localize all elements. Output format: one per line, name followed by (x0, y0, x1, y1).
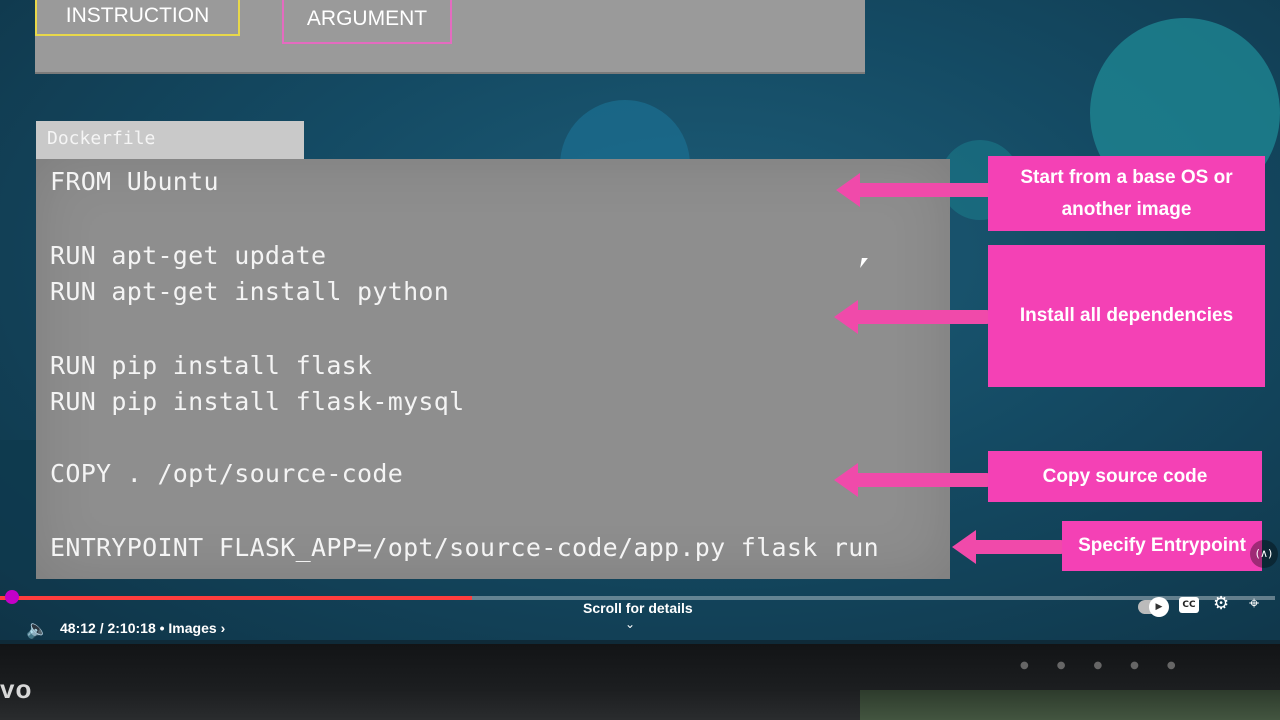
volume-icon[interactable]: 🔈 (26, 620, 48, 640)
gear-icon[interactable]: ⚙ (1213, 594, 1229, 614)
monitor-stand (860, 690, 1280, 720)
code-line: RUN pip install flask (50, 351, 373, 380)
play-icon: ▶ (1149, 597, 1169, 617)
code-line: ENTRYPOINT FLASK_APP=/opt/source-code/ap… (50, 533, 879, 562)
cc-icon[interactable]: CC (1179, 597, 1199, 613)
time-display: 48:12 / 2:10:18 • Images › (60, 620, 225, 636)
callout-entrypoint: Specify Entrypoint (1062, 521, 1262, 571)
chapter-link[interactable]: Images (168, 620, 216, 636)
callout-dependencies: Install all dependencies (988, 245, 1265, 387)
fullscreen-icon[interactable]: ⌖ (1249, 594, 1259, 614)
legend-argument: ARGUMENT (282, 0, 452, 44)
code-line: RUN apt-get install python (50, 277, 450, 306)
player-controls: 🔈 48:12 / 2:10:18 • Images › Scroll for … (0, 594, 1280, 644)
video-frame[interactable]: INSTRUCTION ARGUMENT Dockerfile FROM Ubu… (0, 0, 1280, 640)
legend-instruction: INSTRUCTION (35, 0, 240, 36)
chevron-down-icon[interactable]: ⌄ (625, 614, 635, 634)
code-line: FROM Ubuntu (50, 167, 219, 196)
code-line: RUN pip install flask-mysql (50, 387, 465, 416)
autoplay-toggle[interactable]: ▶ (1138, 597, 1169, 617)
code-line: COPY . /opt/source-code (50, 459, 404, 488)
dockerfile-tab: Dockerfile (36, 121, 304, 159)
code-line: RUN apt-get update (50, 241, 327, 270)
monitor-buttons: ●●●●● (1020, 660, 1204, 671)
chevron-right-icon[interactable]: › (221, 620, 226, 636)
scroll-hint[interactable]: Scroll for details (583, 600, 693, 616)
monitor-brand-logo: vo (0, 674, 33, 704)
callout-base-os: Start from a base OS or another image (988, 156, 1265, 231)
channel-watermark-icon[interactable]: (∧) (1250, 540, 1278, 568)
callout-copy: Copy source code (988, 451, 1262, 502)
legend-panel: INSTRUCTION ARGUMENT (35, 0, 865, 74)
dockerfile-code: FROM Ubuntu RUN apt-get update RUN apt-g… (36, 159, 950, 579)
time-readout: 48:12 / 2:10:18 (60, 620, 156, 636)
